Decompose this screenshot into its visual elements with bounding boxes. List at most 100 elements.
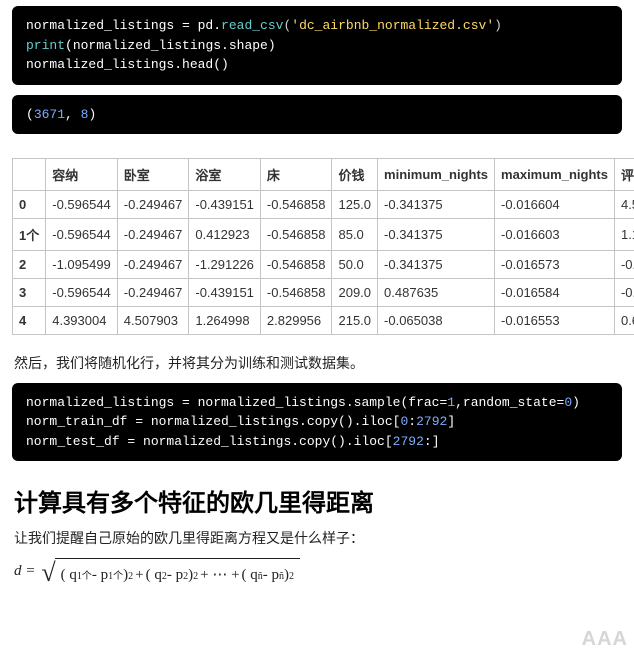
- table-header-cell: 容纳: [46, 158, 118, 190]
- code-line: norm_test_df = normalized_listings.copy(…: [26, 434, 393, 449]
- table-header-cell: 床: [260, 158, 332, 190]
- code-line: ]: [447, 414, 455, 429]
- table-cell: -1.095499: [46, 250, 118, 278]
- table-header-cell: 价钱: [332, 158, 378, 190]
- formula-term: ( q1个 - p1个 )2: [61, 567, 134, 584]
- table-cell: 1.264998: [189, 306, 261, 334]
- table-row: 1个-0.596544-0.2494670.412923-0.54685885.…: [13, 218, 634, 250]
- table-header-row: 容纳 卧室 浴室 床 价钱 minimum_nights maximum_nig…: [13, 158, 634, 190]
- table-cell: -0.482505: [614, 250, 634, 278]
- code-line: :]: [424, 434, 440, 449]
- code-punct: ): [494, 18, 502, 33]
- row-index: 2: [13, 250, 46, 278]
- table-cell: -0.546858: [260, 278, 332, 306]
- code-line: (normalized_listings.shape): [65, 38, 276, 53]
- table-cell: -0.016553: [495, 306, 615, 334]
- formula-sup: 2: [193, 571, 198, 582]
- code-fn: print: [26, 38, 65, 53]
- table-cell: -0.546858: [260, 218, 332, 250]
- code-number: 2792: [393, 434, 424, 449]
- section-heading: 计算具有多个特征的欧几里得距离: [14, 483, 620, 518]
- code-number: 2792: [416, 414, 447, 429]
- code-line: norm_train_df = normalized_listings.copy…: [26, 414, 400, 429]
- table-cell: -0.249467: [117, 278, 189, 306]
- watermark: AAA: [582, 628, 628, 651]
- code-cell-1: normalized_listings = pd.read_csv('dc_ai…: [12, 6, 622, 85]
- table-header-cell: 浴室: [189, 158, 261, 190]
- code-cell-2: normalized_listings = normalized_listing…: [12, 383, 622, 462]
- table-cell: -0.596544: [46, 190, 118, 218]
- formula-text: ( q: [61, 567, 77, 584]
- sqrt-icon: √: [41, 560, 55, 586]
- table-cell: -0.341375: [378, 218, 495, 250]
- formula-dots: + ⋯ +: [200, 565, 239, 584]
- formula-radicand: ( q1个 - p1个 )2 + ( q2 - p2 )2 + ⋯ + ( qñ…: [55, 558, 300, 584]
- table-cell: 0.412923: [189, 218, 261, 250]
- row-index: 1个: [13, 218, 46, 250]
- table-cell: -0.016603: [495, 218, 615, 250]
- table-cell: -0.341375: [378, 190, 495, 218]
- table-row: 2-1.095499-0.249467-1.291226-0.54685850.…: [13, 250, 634, 278]
- table-header-cell: maximum_nights: [495, 158, 615, 190]
- table-cell: 50.0: [332, 250, 378, 278]
- formula-term: ( q2 - p2 )2: [146, 567, 199, 584]
- table-cell: -1.291226: [189, 250, 261, 278]
- code-number: 0: [564, 395, 572, 410]
- code-number: 1: [447, 395, 455, 410]
- code-line: normalized_listings.head(): [26, 57, 229, 72]
- table-cell: 4.579650: [614, 190, 634, 218]
- code-line: :: [408, 414, 416, 429]
- formula-text: - p: [167, 567, 183, 584]
- table-row: 44.3930044.5079031.2649982.829956215.0-0…: [13, 306, 634, 334]
- table-cell: -0.546858: [260, 250, 332, 278]
- table-cell: -0.439151: [189, 278, 261, 306]
- table-row: 0-0.596544-0.249467-0.439151-0.546858125…: [13, 190, 634, 218]
- code-line: normalized_listings = pd.: [26, 18, 221, 33]
- output-number: 3671: [34, 107, 65, 122]
- table-cell: -0.439151: [189, 190, 261, 218]
- row-index: 0: [13, 190, 46, 218]
- row-index: 3: [13, 278, 46, 306]
- output-paren: (: [26, 107, 34, 122]
- formula-text: ( q: [146, 567, 162, 584]
- formula-lhs: d =: [14, 563, 35, 580]
- table-cell: 4.393004: [46, 306, 118, 334]
- table-cell: -0.249467: [117, 218, 189, 250]
- table-header-cell: 评论数: [614, 158, 634, 190]
- output-cell-1: (3671, 8): [12, 95, 622, 134]
- code-string: 'dc_airbnb_normalized.csv': [291, 18, 494, 33]
- table-header-cell: minimum_nights: [378, 158, 495, 190]
- table-cell: 0.646219: [614, 306, 634, 334]
- euclidean-formula: d = √ ( q1个 - p1个 )2 + ( q2 - p2 )2 + ⋯ …: [14, 558, 620, 584]
- formula-sup: 2: [128, 571, 133, 582]
- code-line: ,random_state=: [455, 395, 564, 410]
- formula-text: ( q: [242, 567, 258, 584]
- code-fn: read_csv: [221, 18, 283, 33]
- formula-plus: +: [135, 567, 143, 584]
- formula-sup: 2: [289, 571, 294, 582]
- table-cell: -0.546858: [260, 190, 332, 218]
- table-cell: -0.341375: [378, 250, 495, 278]
- table-cell: -0.016584: [495, 278, 615, 306]
- narrative-text: 让我们提醒自己原始的欧几里得距离方程又是什么样子：: [14, 528, 620, 548]
- table-cell: 125.0: [332, 190, 378, 218]
- row-index: 4: [13, 306, 46, 334]
- table-cell: -0.016604: [495, 190, 615, 218]
- table-row: 3-0.596544-0.249467-0.439151-0.546858209…: [13, 278, 634, 306]
- code-line: ): [572, 395, 580, 410]
- table-cell: -0.596544: [46, 278, 118, 306]
- table-cell: -0.065038: [378, 306, 495, 334]
- table-cell: -0.249467: [117, 190, 189, 218]
- table-cell: 85.0: [332, 218, 378, 250]
- table-cell: -0.249467: [117, 250, 189, 278]
- narrative-text: 然后，我们将随机化行，并将其分为训练和测试数据集。: [14, 353, 620, 373]
- table-header-cell: 卧室: [117, 158, 189, 190]
- output-paren: ): [88, 107, 96, 122]
- output-comma: ,: [65, 107, 81, 122]
- table-cell: 209.0: [332, 278, 378, 306]
- table-cell: -0.016573: [495, 250, 615, 278]
- dataframe-table: 容纳 卧室 浴室 床 价钱 minimum_nights maximum_nig…: [12, 158, 634, 335]
- table-header-cell: [13, 158, 46, 190]
- table-cell: 0.487635: [378, 278, 495, 306]
- formula-text: - p: [263, 567, 279, 584]
